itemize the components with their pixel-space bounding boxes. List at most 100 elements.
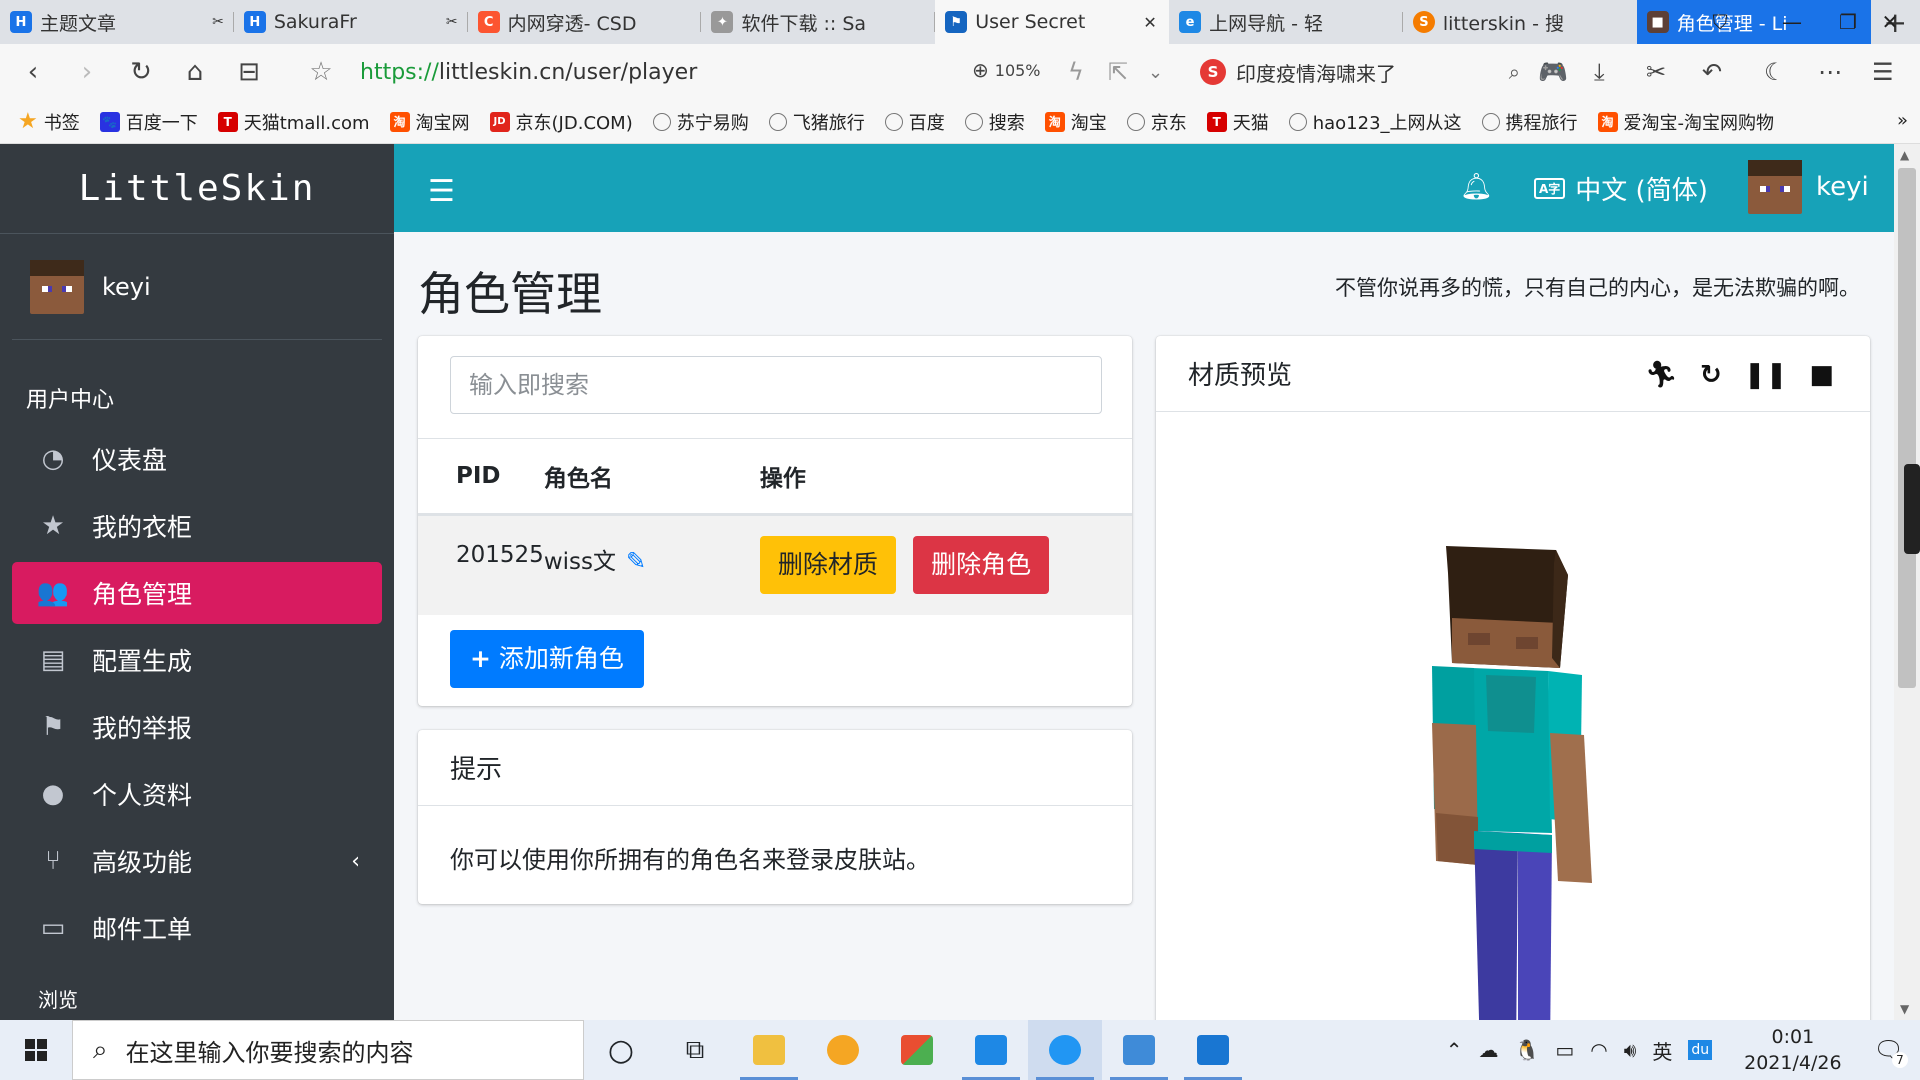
file-explorer-icon[interactable]: [732, 1020, 806, 1080]
cortana-icon[interactable]: ○: [584, 1020, 658, 1080]
brand-logo[interactable]: LittleSkin: [0, 144, 394, 234]
scissors-icon[interactable]: ✂: [1646, 58, 1666, 86]
reader-mode-button[interactable]: ⊟: [222, 44, 276, 100]
git-icon[interactable]: [880, 1020, 954, 1080]
wifi-icon[interactable]: ◠: [1590, 1038, 1607, 1062]
photos-app-icon[interactable]: [1176, 1020, 1250, 1080]
editor-app-icon[interactable]: [1102, 1020, 1176, 1080]
browser-app-icon[interactable]: [806, 1020, 880, 1080]
bookmark-item[interactable]: T 天猫: [1206, 109, 1269, 135]
bookmark-item[interactable]: 飞猪旅行: [768, 109, 865, 135]
skin-preview-canvas[interactable]: [1156, 413, 1870, 1020]
system-clock[interactable]: 0:01 2021/4/26: [1744, 1024, 1841, 1076]
stop-icon[interactable]: ■: [1809, 360, 1834, 390]
qq-tray-icon[interactable]: 🐧: [1514, 1038, 1539, 1062]
bookmark-item[interactable]: 搜索: [964, 109, 1025, 135]
page-scrollbar[interactable]: ▲ ▼: [1894, 144, 1920, 1020]
baidu-input-icon[interactable]: du: [1688, 1040, 1713, 1060]
close-window-button[interactable]: ✕: [1860, 0, 1920, 44]
scroll-up-icon[interactable]: ▲: [1900, 148, 1909, 162]
task-view-icon[interactable]: ⧉: [658, 1020, 732, 1080]
delete-player-button[interactable]: 删除角色: [913, 536, 1050, 594]
browser-tab-active[interactable]: ⚑ User Secret ✕: [935, 0, 1170, 44]
user-menu[interactable]: keyi: [1748, 160, 1869, 214]
bookmark-item[interactable]: T 天猫tmall.com: [217, 109, 370, 135]
zoom-indicator[interactable]: ⊕ 105%: [972, 58, 1041, 82]
download-icon[interactable]: ⤓: [1594, 58, 1605, 86]
sidebar-item-config-generator[interactable]: ▤ 配置生成: [12, 629, 382, 691]
vscode-icon[interactable]: [954, 1020, 1028, 1080]
volume-icon[interactable]: 🔊︎: [1624, 1038, 1637, 1062]
taskbar-search-box[interactable]: ⌕ 在这里输入你要搜索的内容: [72, 1020, 584, 1080]
sidebar-item-reports[interactable]: ⚑ 我的举报: [12, 696, 382, 758]
favorite-star-icon[interactable]: ☆: [294, 44, 348, 100]
browser-tab[interactable]: H 主题文章 ✂: [0, 0, 234, 44]
tray-overflow-icon[interactable]: ⌃: [1446, 1038, 1463, 1062]
sidebar-item-players[interactable]: 👥 角色管理: [12, 562, 382, 624]
scroll-down-icon[interactable]: ▼: [1900, 1002, 1909, 1016]
bookmark-item[interactable]: 淘淘宝: [1044, 109, 1107, 135]
search-icon[interactable]: ⌕: [1509, 60, 1520, 84]
game-controller-icon[interactable]: 🎮: [1538, 58, 1568, 86]
bookmark-item[interactable]: 京东: [1126, 109, 1187, 135]
bookmark-item[interactable]: 百度: [884, 109, 945, 135]
reload-button[interactable]: ↻: [114, 44, 168, 100]
forward-button[interactable]: ›: [60, 44, 114, 100]
browser-tab[interactable]: ✦ 软件下载 :: Sa: [701, 0, 936, 44]
hamburger-menu-icon[interactable]: ☰: [428, 174, 455, 209]
delete-texture-button[interactable]: 删除材质: [759, 536, 896, 594]
language-selector[interactable]: A字 中文 (简体): [1534, 170, 1708, 207]
mute-icon[interactable]: ✂: [446, 14, 458, 30]
edit-icon[interactable]: ✎: [626, 547, 646, 575]
battery-icon[interactable]: ▭: [1555, 1038, 1574, 1062]
browser-tab[interactable]: C 内网穿透- CSD: [468, 0, 702, 44]
bookmark-item[interactable]: 苏宁易购: [652, 109, 749, 135]
browser-tab[interactable]: e 上网导航 - 轻: [1169, 0, 1403, 44]
share-icon[interactable]: ⇱: [1108, 58, 1128, 86]
back-button[interactable]: ‹: [6, 44, 60, 100]
ime-indicator[interactable]: 英: [1652, 1036, 1672, 1065]
user-panel[interactable]: keyi: [12, 234, 382, 340]
sidebar-item-advanced[interactable]: ⑂ 高级功能 ‹: [12, 830, 382, 892]
pause-icon[interactable]: ❚❚: [1744, 360, 1788, 390]
bookmark-item[interactable]: 淘淘宝网: [389, 109, 470, 135]
side-panel-handle[interactable]: [1904, 464, 1920, 554]
search-input[interactable]: [450, 356, 1102, 414]
qq-browser-icon[interactable]: [1028, 1020, 1102, 1080]
home-button[interactable]: ⌂: [168, 44, 222, 100]
tip-card: 提示 你可以使用你所拥有的角色名来登录皮肤站。: [418, 730, 1132, 904]
add-player-button[interactable]: + 添加新角色: [450, 630, 644, 688]
undo-icon[interactable]: ↶: [1702, 58, 1722, 86]
reset-rotate-icon[interactable]: ↻: [1700, 360, 1722, 390]
browser-tab[interactable]: S litterskin - 搜: [1403, 0, 1637, 44]
news-search-box[interactable]: S 印度疫情海啸来了 ⌕: [1200, 52, 1520, 92]
running-icon[interactable]: 🏃︎: [1645, 360, 1678, 390]
start-button[interactable]: [0, 1020, 72, 1080]
sidebar-item-mail-tickets[interactable]: ▭ 邮件工单: [12, 897, 382, 959]
shirt-icon[interactable]: ⛉: [1684, 0, 1756, 44]
address-bar[interactable]: https://littleskin.cn/user/player: [360, 60, 697, 85]
more-icon[interactable]: ⋯: [1818, 58, 1842, 86]
bookmark-item[interactable]: 淘爱淘宝-淘宝网购物: [1597, 109, 1774, 135]
sidebar-item-dashboard[interactable]: ◔ 仪表盘: [12, 428, 382, 490]
browser-tab[interactable]: H SakuraFr ✂: [234, 0, 468, 44]
lightning-icon[interactable]: ϟ: [1068, 58, 1084, 86]
bookmark-item[interactable]: JD 京东(JD.COM): [489, 109, 633, 135]
chevron-down-icon[interactable]: ⌄: [1148, 62, 1163, 83]
notification-center-icon[interactable]: 🗨︎ 7: [1874, 1036, 1908, 1068]
bookmarks-folder[interactable]: ★ 书签: [18, 109, 80, 135]
scrollbar-thumb[interactable]: [1898, 168, 1916, 688]
tab-close-icon[interactable]: ✕: [1141, 13, 1159, 32]
bookmark-item[interactable]: hao123_上网从这: [1288, 109, 1462, 135]
bell-icon[interactable]: 🔔︎: [1460, 172, 1493, 202]
sidebar-item-closet[interactable]: ★ 我的衣柜: [12, 495, 382, 557]
menu-icon[interactable]: ☰: [1872, 58, 1894, 86]
cloud-icon[interactable]: ☁: [1478, 1038, 1498, 1062]
bookmark-item[interactable]: 🐾 百度一下: [99, 109, 198, 135]
mute-icon[interactable]: ✂: [212, 14, 224, 30]
bookmarks-overflow-icon[interactable]: »: [1897, 110, 1908, 131]
night-mode-icon[interactable]: ☾: [1764, 58, 1786, 86]
bookmark-item[interactable]: 携程旅行: [1481, 109, 1578, 135]
dashboard-gauge-icon: ◔: [41, 444, 65, 474]
sidebar-item-profile[interactable]: ● 个人资料: [12, 763, 382, 825]
